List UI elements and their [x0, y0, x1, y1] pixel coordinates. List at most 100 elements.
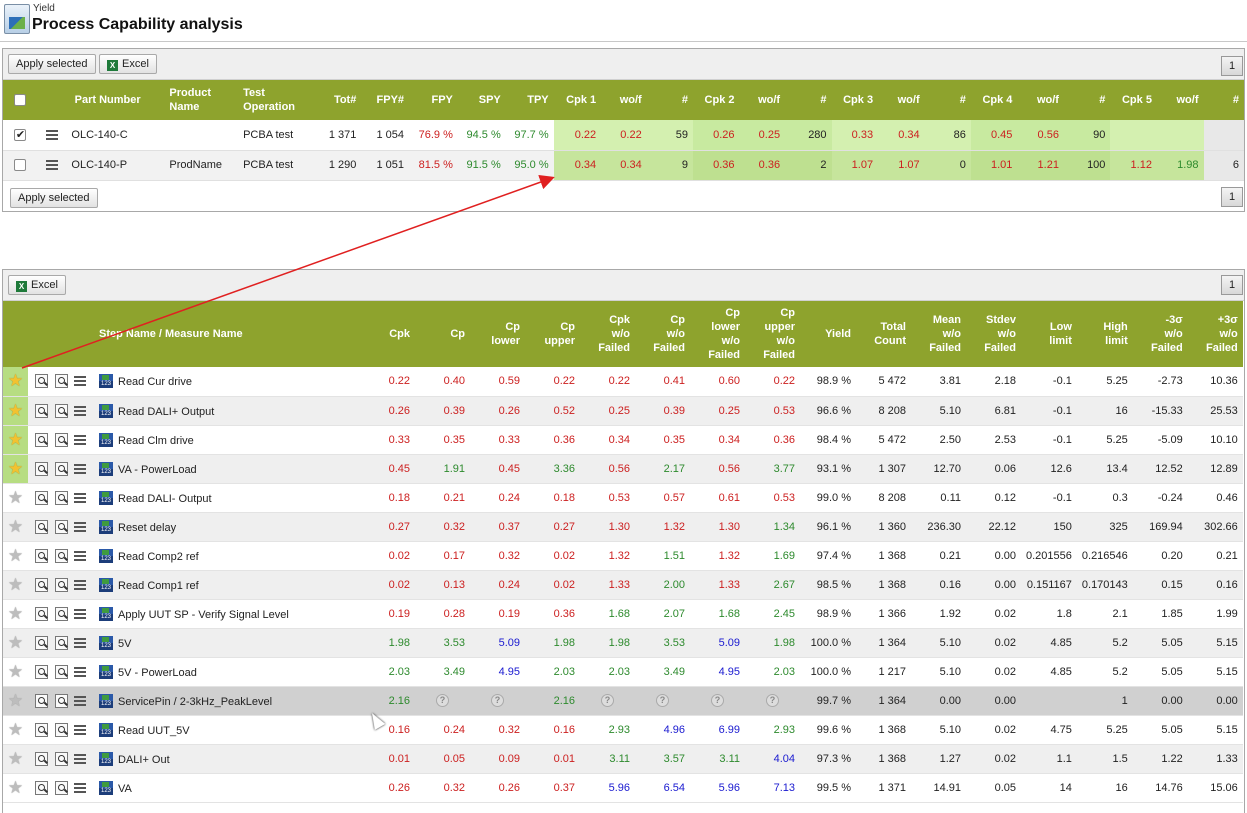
- favorite-star-icon[interactable]: ★: [8, 402, 24, 419]
- favorite-star-icon[interactable]: ★: [8, 576, 24, 593]
- zoom-detail-icon[interactable]: [35, 693, 48, 708]
- favorite-star-icon[interactable]: ★: [8, 605, 24, 622]
- step-name[interactable]: VA: [118, 783, 132, 795]
- row-menu-icon[interactable]: [73, 550, 86, 561]
- measure-row[interactable]: ★ 5V - PowerLoad 2.03 3.49 4.95 2.03 2.03 3.49 4…: [3, 657, 1243, 686]
- col-header[interactable]: TPY: [505, 80, 554, 120]
- col-header[interactable]: Test Operation: [238, 80, 312, 120]
- zoom-detail-icon[interactable]: [35, 577, 48, 592]
- step-name[interactable]: Reset delay: [118, 522, 176, 534]
- col-header[interactable]: #: [1063, 80, 1111, 120]
- step-name[interactable]: VA - PowerLoad: [118, 464, 197, 476]
- col-header[interactable]: Mean w/o Failed: [911, 301, 966, 367]
- col-header[interactable]: Cpk: [360, 301, 415, 367]
- measure-row[interactable]: ★ Read DALI- Output 0.18 0.21 0.24 0.18 0.53 0.…: [3, 483, 1243, 512]
- row-menu-icon[interactable]: [73, 463, 86, 474]
- col-header[interactable]: +3σ w/o Failed: [1187, 301, 1243, 367]
- zoom-detail-icon[interactable]: [35, 461, 48, 476]
- zoom-chart-icon[interactable]: [55, 751, 68, 766]
- zoom-detail-icon[interactable]: [35, 374, 48, 389]
- zoom-chart-icon[interactable]: [55, 548, 68, 563]
- step-name[interactable]: Read DALI- Output: [118, 493, 212, 505]
- step-name[interactable]: 5V - PowerLoad: [118, 667, 197, 679]
- col-header[interactable]: Cpk w/o Failed: [580, 301, 635, 367]
- col-header[interactable]: Cpk 3: [831, 80, 879, 120]
- col-header[interactable]: #: [924, 80, 971, 120]
- col-header[interactable]: Product Name: [164, 80, 239, 120]
- favorite-star-icon[interactable]: ★: [8, 431, 24, 448]
- zoom-detail-icon[interactable]: [35, 403, 48, 418]
- zoom-detail-icon[interactable]: [35, 548, 48, 563]
- col-header[interactable]: Cp upper: [525, 301, 580, 367]
- zoom-chart-icon[interactable]: [55, 780, 68, 795]
- zoom-detail-icon[interactable]: [35, 432, 48, 447]
- page-number-button[interactable]: 1: [1221, 56, 1243, 76]
- col-header[interactable]: wo/f: [601, 80, 647, 120]
- col-header[interactable]: Cp lower w/o Failed: [690, 301, 745, 367]
- row-menu-icon[interactable]: [73, 492, 86, 503]
- zoom-chart-icon[interactable]: [55, 490, 68, 505]
- col-header[interactable]: Cp: [415, 301, 470, 367]
- row-menu-icon[interactable]: [73, 376, 86, 387]
- zoom-chart-icon[interactable]: [55, 693, 68, 708]
- col-header[interactable]: Step Name / Measure Name: [91, 301, 360, 367]
- zoom-chart-icon[interactable]: [55, 577, 68, 592]
- row-menu-icon[interactable]: [73, 782, 86, 793]
- part-row[interactable]: OLC-140-P ProdName PCBA test 1 290 1 051 81.5…: [3, 150, 1244, 180]
- step-name[interactable]: Read DALI+ Output: [118, 406, 214, 418]
- measure-row[interactable]: ★ ServicePin / 2-3kHz_PeakLevel 2.16?? 2.16…: [3, 686, 1243, 715]
- measure-row[interactable]: ★ Apply UUT SP - Verify Signal Level 0.19 0…: [3, 599, 1243, 628]
- col-header[interactable]: FPY: [409, 80, 458, 120]
- col-header[interactable]: Cp upper w/o Failed: [745, 301, 800, 367]
- col-header[interactable]: Total Count: [856, 301, 911, 367]
- page-number-button[interactable]: 1: [1221, 275, 1243, 295]
- step-name[interactable]: Read UUT_5V: [118, 725, 190, 737]
- col-header[interactable]: wo/f: [1017, 80, 1064, 120]
- row-menu-icon[interactable]: [73, 724, 86, 735]
- measure-row[interactable]: ★ 5V 1.98 3.53 5.09 1.98 1.98 3.53 5.09 1.98 100.0…: [3, 628, 1243, 657]
- favorite-star-icon[interactable]: ★: [8, 372, 24, 389]
- zoom-chart-icon[interactable]: [55, 664, 68, 679]
- col-header[interactable]: SPY: [457, 80, 506, 120]
- zoom-detail-icon[interactable]: [35, 519, 48, 534]
- zoom-chart-icon[interactable]: [55, 519, 68, 534]
- measure-row[interactable]: ★ Read Comp1 ref 0.02 0.13 0.24 0.02 1.33 2.00 1…: [3, 570, 1243, 599]
- measure-row[interactable]: ★ VA 0.26 0.32 0.26 0.37 5.96 6.54 5.96 7.13 99.5 …: [3, 773, 1243, 802]
- col-header[interactable]: Stdev w/o Failed: [966, 301, 1021, 367]
- col-header[interactable]: High limit: [1076, 301, 1133, 367]
- zoom-chart-icon[interactable]: [55, 722, 68, 737]
- col-header[interactable]: Tot#: [311, 80, 362, 120]
- row-checkbox[interactable]: [13, 159, 26, 172]
- zoom-chart-icon[interactable]: [55, 461, 68, 476]
- select-all-checkbox[interactable]: [13, 94, 26, 107]
- zoom-detail-icon[interactable]: [35, 490, 48, 505]
- zoom-detail-icon[interactable]: [35, 635, 48, 650]
- row-menu-icon[interactable]: [73, 521, 86, 532]
- zoom-detail-icon[interactable]: [35, 722, 48, 737]
- apply-selected-button[interactable]: Apply selected: [8, 54, 96, 74]
- row-menu-icon[interactable]: [73, 666, 86, 677]
- excel-export-button[interactable]: X Excel: [99, 54, 157, 74]
- step-name[interactable]: ServicePin / 2-3kHz_PeakLevel: [118, 696, 272, 708]
- zoom-chart-icon[interactable]: [55, 606, 68, 621]
- favorite-star-icon[interactable]: ★: [8, 663, 24, 680]
- row-menu-icon[interactable]: [73, 579, 86, 590]
- zoom-detail-icon[interactable]: [35, 780, 48, 795]
- step-name[interactable]: Read Comp1 ref: [118, 580, 199, 592]
- col-header[interactable]: #: [646, 80, 693, 120]
- zoom-chart-icon[interactable]: [55, 403, 68, 418]
- step-name[interactable]: 5V: [118, 638, 131, 650]
- favorite-star-icon[interactable]: ★: [8, 634, 24, 651]
- zoom-chart-icon[interactable]: [55, 432, 68, 447]
- apply-selected-bottom-button[interactable]: Apply selected: [10, 188, 98, 208]
- row-menu-icon[interactable]: [73, 637, 86, 648]
- favorite-star-icon[interactable]: ★: [8, 721, 24, 738]
- col-header[interactable]: #: [1203, 80, 1244, 120]
- step-name[interactable]: DALI+ Out: [118, 754, 170, 766]
- row-menu-icon[interactable]: [73, 695, 86, 706]
- measure-row[interactable]: ★ VA - PowerLoad 0.45 1.91 0.45 3.36 0.56 2.17 0…: [3, 454, 1243, 483]
- zoom-detail-icon[interactable]: [35, 664, 48, 679]
- measure-row[interactable]: ★ Read DALI+ Output 0.26 0.39 0.26 0.52 0.25 0.…: [3, 396, 1243, 425]
- col-header[interactable]: #: [785, 80, 832, 120]
- page-number-bottom-button[interactable]: 1: [1221, 187, 1243, 207]
